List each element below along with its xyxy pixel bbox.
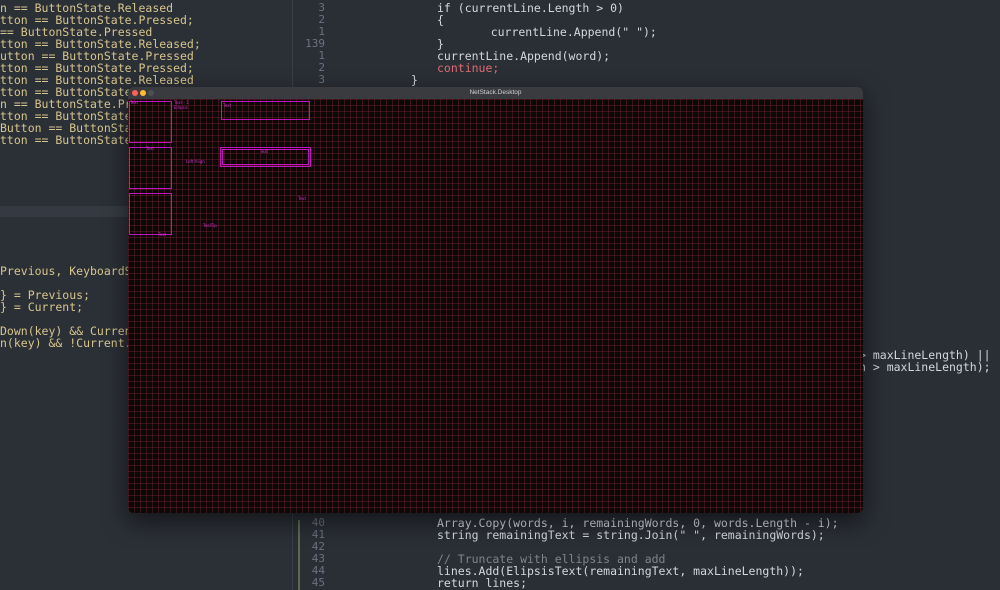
layout-box-1 <box>129 101 172 143</box>
code-line: h > maxLineLength); <box>859 360 991 374</box>
code-line: } <box>411 73 418 87</box>
line-number: 45 <box>311 576 325 589</box>
ellipsis-label: Ellipsis <box>174 105 188 110</box>
layout-box-3 <box>129 193 172 235</box>
code-line: string remainingText = string.Join(" ", … <box>437 528 825 542</box>
code-line: continue; <box>437 61 500 75</box>
mid-text-label: Text <box>298 196 307 201</box>
code-line: currentLine.Append(" "); <box>463 25 657 39</box>
left-align-label: Left Align <box>186 159 205 164</box>
box1-label: Text <box>130 100 139 105</box>
zoom-button[interactable] <box>148 90 154 96</box>
tooltip-label: ToolTip <box>203 223 217 228</box>
code-line: Previous, KeyboardSt <box>0 264 139 278</box>
close-button[interactable] <box>132 90 138 96</box>
debug-canvas[interactable]: Text Text - 1 Ellipsis Text Text Text Te… <box>128 99 863 513</box>
code-line: } = Current; <box>0 300 84 314</box>
wide-box-1 <box>221 101 310 120</box>
code-line: { <box>437 13 444 27</box>
window-title: NetStack.Desktop <box>469 89 522 96</box>
code-line: return lines; <box>437 576 528 590</box>
app-window[interactable]: NetStack.Desktop Text Text - 1 Ellipsis … <box>128 87 863 513</box>
code-line: tton == ButtonState. <box>0 133 139 147</box>
box2-label: Text <box>146 146 155 151</box>
wide-box-2-label: Text <box>260 149 269 154</box>
box3-label: Text <box>158 232 167 237</box>
git-change-marker <box>298 520 300 590</box>
line-number: 3 <box>318 73 325 86</box>
layout-box-2 <box>129 147 172 189</box>
minimize-button[interactable] <box>140 90 146 96</box>
wide-box-1-label: Text <box>223 103 232 108</box>
code-line: n(key) && !Current.I <box>0 336 139 350</box>
code-line: if (currentLine.Length > 0) <box>437 1 624 15</box>
